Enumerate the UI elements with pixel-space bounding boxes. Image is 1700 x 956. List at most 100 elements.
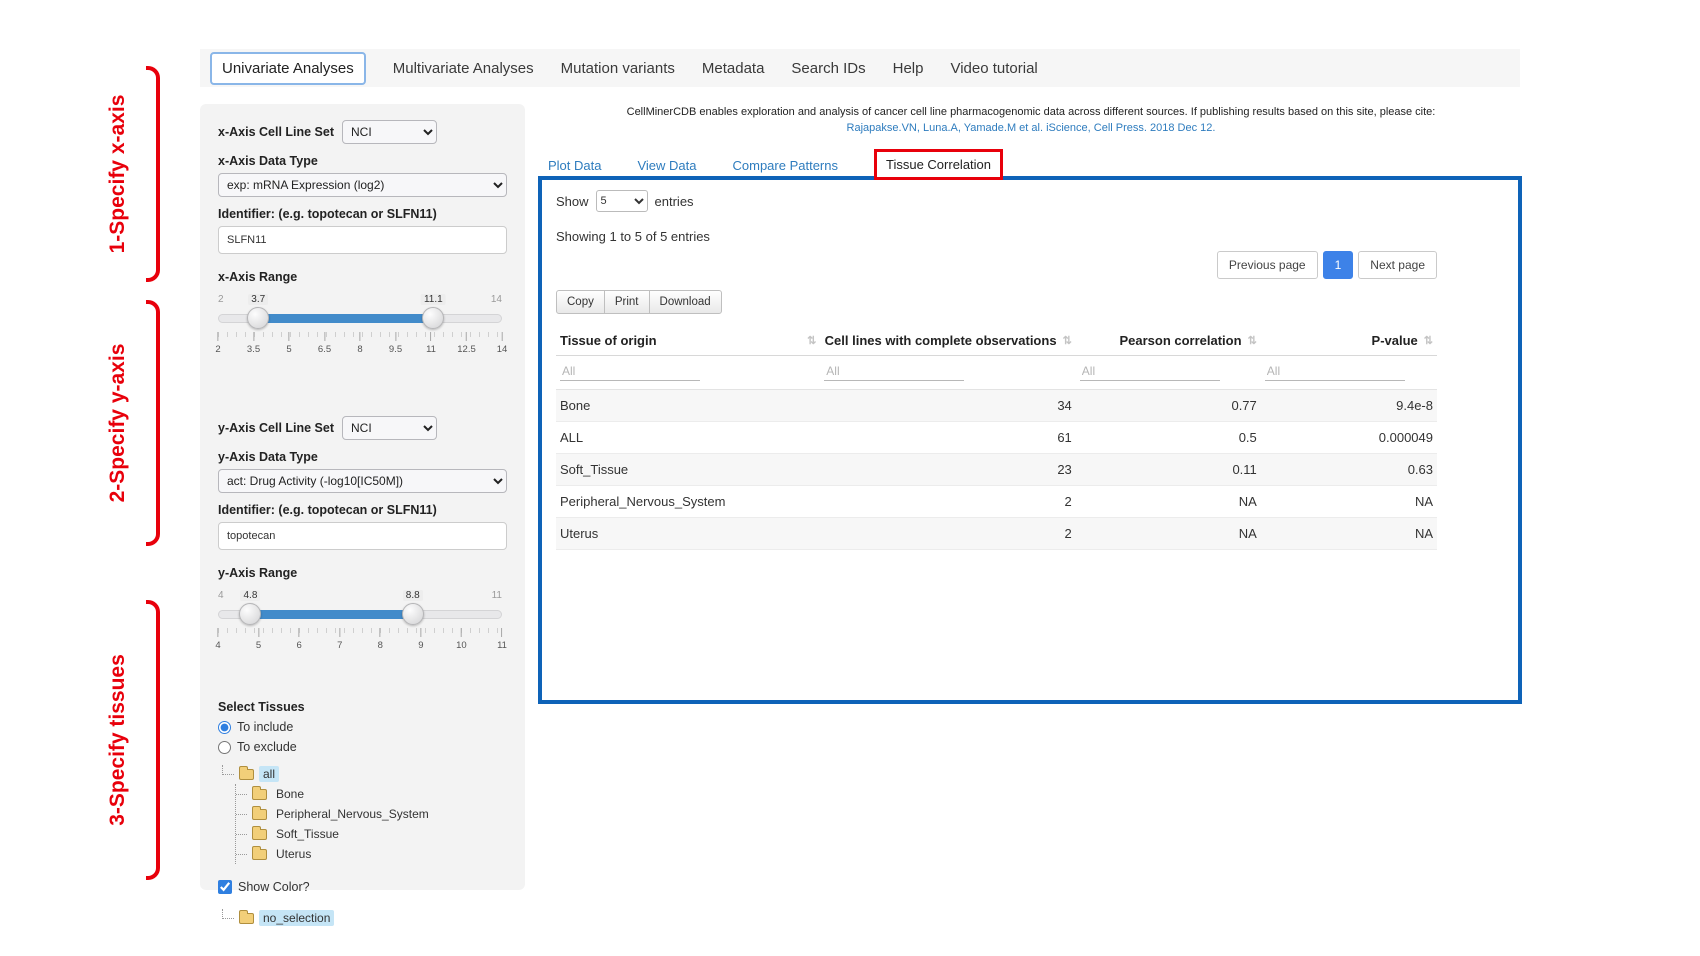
page-length-control: Show 5 entries [556, 190, 1437, 212]
tree-node-bone[interactable]: Bone [236, 784, 507, 804]
filter-input-cell-lines[interactable] [824, 362, 964, 381]
show-color-option[interactable]: Show Color? [218, 880, 507, 894]
y-range-handle-low[interactable] [239, 603, 261, 625]
settings-sidebar: x-Axis Cell Line Set NCI x-Axis Data Typ… [200, 104, 525, 890]
x-range-bar [258, 314, 433, 323]
filter-input-tissue[interactable] [560, 362, 700, 381]
tree-connector [236, 805, 247, 815]
annotation-bracket-3 [146, 600, 160, 880]
nav-tab-metadata[interactable]: Metadata [702, 60, 765, 77]
y-range-handle-high[interactable] [402, 603, 424, 625]
table-row[interactable]: ALL 61 0.5 0.000049 [556, 422, 1437, 454]
x-range-handle-low[interactable] [247, 307, 269, 329]
y-cell-line-set-select[interactable]: NCI [342, 416, 437, 440]
y-range-max: 11 [492, 590, 502, 601]
next-page-button[interactable]: Next page [1358, 251, 1437, 279]
tab-view-data[interactable]: View Data [637, 158, 696, 173]
x-data-type-select[interactable]: exp: mRNA Expression (log2) [218, 173, 507, 197]
tab-tissue-correlation[interactable]: Tissue Correlation [874, 149, 1003, 180]
x-range-max: 14 [491, 294, 502, 305]
table-header-row: Tissue of origin ⇅ Cell lines with compl… [556, 326, 1437, 356]
citation-link[interactable]: Rajapakse.VN, Luna.A, Yamade.M et al. iS… [540, 122, 1522, 134]
tree-node-uterus[interactable]: Uterus [236, 844, 507, 864]
entries-label: entries [655, 194, 694, 209]
tab-plot-data[interactable]: Plot Data [548, 158, 601, 173]
download-button[interactable]: Download [649, 290, 722, 314]
annotation-bracket-1 [146, 66, 160, 282]
nav-tab-help[interactable]: Help [893, 60, 924, 77]
tree-label-uterus[interactable]: Uterus [272, 846, 315, 862]
x-range-to-label: 11.1 [421, 294, 446, 305]
nav-tab-mutation-variants[interactable]: Mutation variants [561, 60, 675, 77]
x-range-slider[interactable]: 2 14 3.7 11.1 2 3.5 5 6.5 8 9.5 11 12.5 … [218, 310, 502, 372]
col-header-pvalue: P-value [1372, 333, 1418, 348]
tree-label-bone[interactable]: Bone [272, 786, 308, 802]
sort-icon[interactable]: ⇅ [1424, 334, 1433, 347]
tree-connector [222, 909, 234, 919]
page-length-select[interactable]: 5 [596, 190, 648, 212]
y-range-label: y-Axis Range [218, 566, 507, 580]
exclude-radio[interactable] [218, 741, 231, 754]
tree-node-all[interactable]: all [222, 764, 507, 784]
folder-icon [252, 789, 267, 800]
include-label: To include [237, 720, 293, 734]
tree-label-peripheral-nervous-system[interactable]: Peripheral_Nervous_System [272, 806, 433, 822]
show-color-label: Show Color? [238, 880, 310, 894]
folder-icon [239, 913, 254, 924]
annotation-step2: 2-Specify y-axis [106, 344, 130, 503]
tab-compare-patterns[interactable]: Compare Patterns [733, 158, 839, 173]
export-buttons: Copy Print Download [556, 290, 1437, 314]
table-info: Showing 1 to 5 of 5 entries [556, 229, 1437, 244]
y-range-slider[interactable]: 4 11 4.8 8.8 4 5 6 7 8 9 10 11 [218, 606, 502, 668]
x-cell-line-set-label: x-Axis Cell Line Set [218, 125, 334, 139]
show-color-checkbox[interactable] [218, 880, 232, 894]
print-button[interactable]: Print [604, 290, 650, 314]
citation-text: CellMinerCDB enables exploration and ana… [540, 106, 1522, 118]
x-identifier-label: Identifier: (e.g. topotecan or SLFN11) [218, 207, 507, 221]
y-range-from-label: 4.8 [241, 590, 261, 601]
previous-page-button[interactable]: Previous page [1217, 251, 1318, 279]
table-row[interactable]: Bone 34 0.77 9.4e-8 [556, 390, 1437, 422]
copy-button[interactable]: Copy [556, 290, 605, 314]
y-data-type-select[interactable]: act: Drug Activity (-log10[IC50M]) [218, 469, 507, 493]
y-identifier-input[interactable] [218, 522, 507, 550]
sort-icon[interactable]: ⇅ [807, 334, 816, 347]
page: 1-Specify x-axis 2-Specify y-axis 3-Spec… [0, 0, 1700, 956]
tree-label-no-selection[interactable]: no_selection [259, 910, 334, 926]
x-cell-line-set-select[interactable]: NCI [342, 120, 437, 144]
tissue-correlation-table: Tissue of origin ⇅ Cell lines with compl… [556, 326, 1437, 550]
tree-connector [236, 845, 247, 855]
table-filter-row [556, 356, 1437, 390]
tree-connector [236, 785, 247, 795]
x-identifier-input[interactable] [218, 226, 507, 254]
tree-node-peripheral-nervous-system[interactable]: Peripheral_Nervous_System [236, 804, 507, 824]
tissues-include-option[interactable]: To include [218, 720, 507, 734]
tissue-tree: all Bone Peripheral_Nervous_System Soft_… [222, 764, 507, 864]
y-range-min: 4 [218, 590, 224, 601]
table-row[interactable]: Uterus 2 NA NA [556, 518, 1437, 550]
tree-label-soft-tissue[interactable]: Soft_Tissue [272, 826, 343, 842]
filter-input-pearson[interactable] [1080, 362, 1220, 381]
x-range-handle-high[interactable] [422, 307, 444, 329]
nav-tab-univariate-analyses[interactable]: Univariate Analyses [210, 52, 366, 85]
tissue-correlation-panel: Show 5 entries Showing 1 to 5 of 5 entri… [538, 176, 1522, 704]
tree-node-no-selection[interactable]: no_selection [222, 908, 507, 928]
table-row[interactable]: Peripheral_Nervous_System 2 NA NA [556, 486, 1437, 518]
tree-connector [236, 825, 247, 835]
sort-icon[interactable]: ⇅ [1063, 334, 1072, 347]
nav-tab-search-ids[interactable]: Search IDs [791, 60, 865, 77]
tissues-exclude-option[interactable]: To exclude [218, 740, 507, 754]
annotation-step3: 3-Specify tissues [106, 654, 130, 826]
nav-tab-video-tutorial[interactable]: Video tutorial [950, 60, 1037, 77]
page-1-button[interactable]: 1 [1323, 251, 1354, 279]
show-label: Show [556, 194, 589, 209]
nav-tab-multivariate-analyses[interactable]: Multivariate Analyses [393, 60, 534, 77]
table-row[interactable]: Soft_Tissue 23 0.11 0.63 [556, 454, 1437, 486]
folder-icon [252, 849, 267, 860]
include-radio[interactable] [218, 721, 231, 734]
tree-label-all[interactable]: all [259, 766, 279, 782]
y-cell-line-set-label: y-Axis Cell Line Set [218, 421, 334, 435]
tree-node-soft-tissue[interactable]: Soft_Tissue [236, 824, 507, 844]
sort-icon[interactable]: ⇅ [1248, 334, 1257, 347]
filter-input-pvalue[interactable] [1265, 362, 1405, 381]
